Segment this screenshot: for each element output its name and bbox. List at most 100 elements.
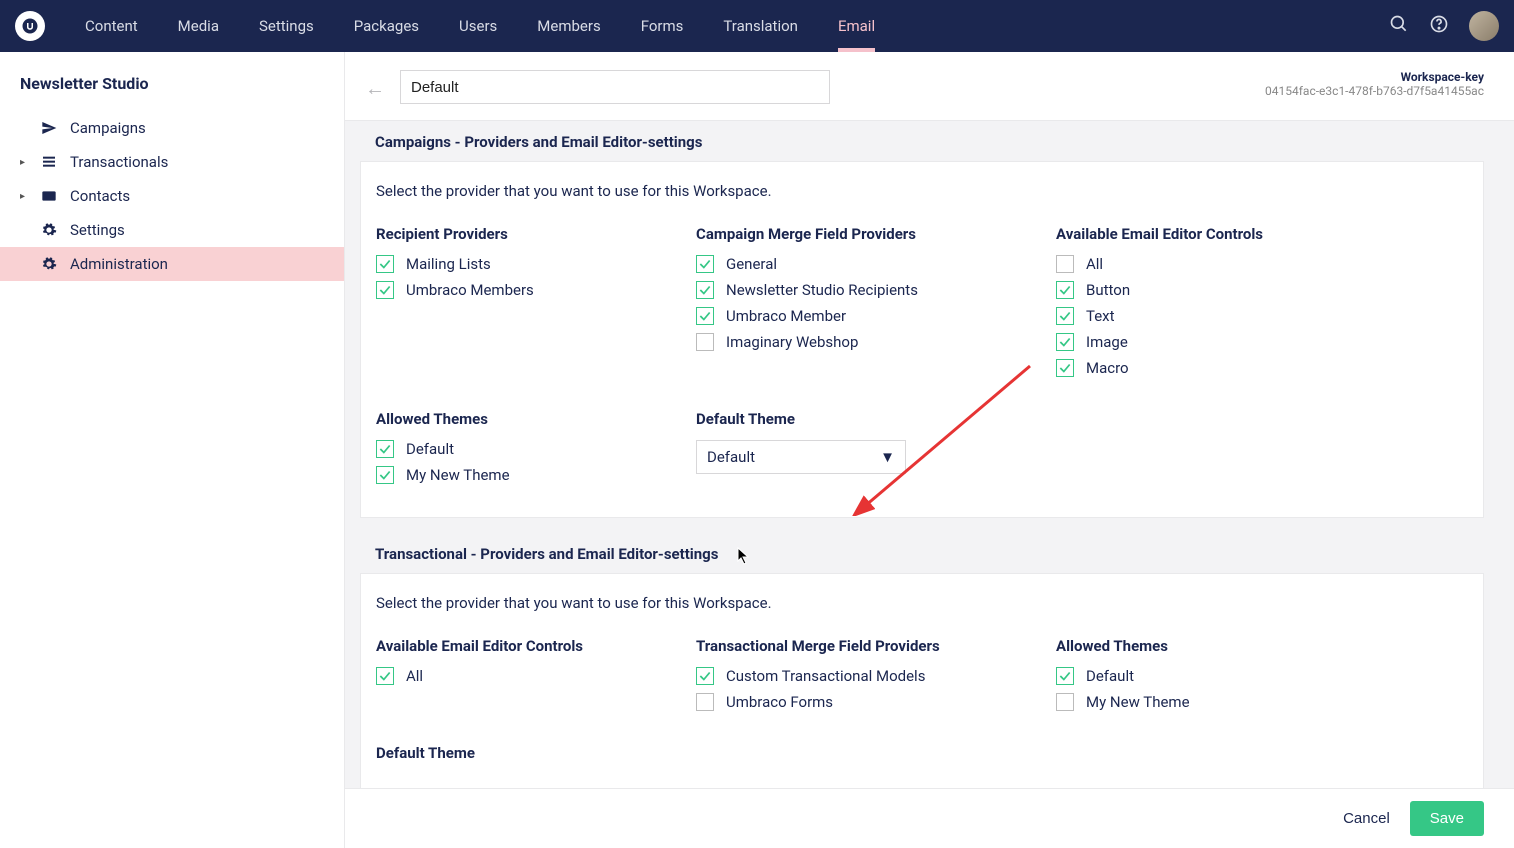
checkbox-row[interactable]: Umbraco Members xyxy=(376,281,636,299)
checkbox-row[interactable]: Image xyxy=(1056,333,1316,351)
save-button[interactable]: Save xyxy=(1410,801,1484,836)
top-nav: ContentMediaSettingsPackagesUsersMembers… xyxy=(65,0,895,52)
help-icon[interactable] xyxy=(1429,14,1449,38)
trans-editor-controls-title: Available Email Editor Controls xyxy=(376,637,636,655)
checkbox-row[interactable]: Umbraco Member xyxy=(696,307,996,325)
send-icon xyxy=(40,120,58,136)
umbraco-logo-icon xyxy=(21,17,39,35)
checkbox-checked-icon[interactable] xyxy=(376,281,394,299)
checkbox-unchecked-icon[interactable] xyxy=(696,333,714,351)
checkbox-label: My New Theme xyxy=(406,466,510,484)
checkbox-checked-icon[interactable] xyxy=(1056,307,1074,325)
checkbox-checked-icon[interactable] xyxy=(696,667,714,685)
checkbox-label: Mailing Lists xyxy=(406,255,491,273)
transactional-panel: Select the provider that you want to use… xyxy=(360,573,1484,788)
workspace-title-input[interactable] xyxy=(400,70,830,104)
checkbox-row[interactable]: Imaginary Webshop xyxy=(696,333,996,351)
checkbox-row[interactable]: Default xyxy=(376,440,636,458)
card-icon xyxy=(40,188,58,204)
sidebar-item-transactionals[interactable]: ▸Transactionals xyxy=(0,145,344,179)
nav-packages[interactable]: Packages xyxy=(334,0,439,52)
sidebar-tree: Campaigns▸Transactionals▸ContactsSetting… xyxy=(0,111,344,281)
allowed-themes-title: Allowed Themes xyxy=(376,410,636,428)
checkbox-label: All xyxy=(406,667,423,685)
campaigns-section-title: Campaigns - Providers and Email Editor-s… xyxy=(360,121,1484,161)
checkbox-row[interactable]: My New Theme xyxy=(376,466,636,484)
nav-content[interactable]: Content xyxy=(65,0,158,52)
checkbox-unchecked-icon[interactable] xyxy=(696,693,714,711)
checkbox-row[interactable]: Newsletter Studio Recipients xyxy=(696,281,996,299)
campaign-merge-col: Campaign Merge Field Providers General Ne… xyxy=(696,225,996,385)
checkbox-row[interactable]: Custom Transactional Models xyxy=(696,667,996,685)
recipient-providers-title: Recipient Providers xyxy=(376,225,636,243)
checkbox-label: Macro xyxy=(1086,359,1129,377)
gear-icon xyxy=(40,222,58,238)
sidebar-item-campaigns[interactable]: Campaigns xyxy=(0,111,344,145)
checkbox-row[interactable]: My New Theme xyxy=(1056,693,1316,711)
chevron-down-icon: ▼ xyxy=(880,448,895,466)
checkbox-checked-icon[interactable] xyxy=(696,307,714,325)
checkbox-label: Button xyxy=(1086,281,1130,299)
allowed-themes-col: Allowed Themes Default My New Theme xyxy=(376,410,636,492)
checkbox-unchecked-icon[interactable] xyxy=(1056,255,1074,273)
trans-editor-controls-col: Available Email Editor Controls All xyxy=(376,637,636,719)
transactional-description: Select the provider that you want to use… xyxy=(376,594,1468,612)
checkbox-checked-icon[interactable] xyxy=(1056,667,1074,685)
checkbox-checked-icon[interactable] xyxy=(376,255,394,273)
nav-users[interactable]: Users xyxy=(439,0,517,52)
logo[interactable] xyxy=(15,11,45,41)
search-icon[interactable] xyxy=(1389,14,1409,38)
checkbox-label: Image xyxy=(1086,333,1128,351)
checkbox-checked-icon[interactable] xyxy=(1056,333,1074,351)
checkbox-row[interactable]: All xyxy=(376,667,636,685)
nav-email[interactable]: Email xyxy=(818,0,895,52)
gear-icon xyxy=(40,256,58,272)
back-arrow-icon[interactable]: ← xyxy=(365,70,385,101)
checkbox-row[interactable]: Umbraco Forms xyxy=(696,693,996,711)
checkbox-checked-icon[interactable] xyxy=(376,466,394,484)
checkbox-label: Default xyxy=(406,440,454,458)
nav-translation[interactable]: Translation xyxy=(703,0,818,52)
content-scroll[interactable]: Campaigns - Providers and Email Editor-s… xyxy=(345,121,1514,788)
checkbox-row[interactable]: Text xyxy=(1056,307,1316,325)
nav-members[interactable]: Members xyxy=(517,0,620,52)
sidebar-item-contacts[interactable]: ▸Contacts xyxy=(0,179,344,213)
default-theme-select[interactable]: Default ▼ xyxy=(696,440,906,474)
checkbox-row[interactable]: Macro xyxy=(1056,359,1316,377)
trans-default-theme-title: Default Theme xyxy=(376,744,636,762)
checkbox-label: General xyxy=(726,255,777,273)
transactional-section-title: Transactional - Providers and Email Edit… xyxy=(360,533,1484,573)
editor-header: ← Workspace-key 04154fac-e3c1-478f-b763-… xyxy=(345,52,1514,121)
cancel-button[interactable]: Cancel xyxy=(1343,810,1390,827)
checkbox-row[interactable]: General xyxy=(696,255,996,273)
workspace-key-value: 04154fac-e3c1-478f-b763-d7f5a41455ac xyxy=(1265,84,1484,98)
campaigns-panel: Select the provider that you want to use… xyxy=(360,161,1484,518)
sidebar-item-label: Campaigns xyxy=(70,119,146,137)
list-icon xyxy=(40,154,58,170)
checkbox-row[interactable]: All xyxy=(1056,255,1316,273)
workspace-key-label: Workspace-key xyxy=(1265,70,1484,84)
sidebar-item-label: Contacts xyxy=(70,187,130,205)
checkbox-checked-icon[interactable] xyxy=(696,281,714,299)
checkbox-unchecked-icon[interactable] xyxy=(1056,693,1074,711)
checkbox-checked-icon[interactable] xyxy=(376,667,394,685)
checkbox-checked-icon[interactable] xyxy=(696,255,714,273)
nav-forms[interactable]: Forms xyxy=(621,0,704,52)
checkbox-checked-icon[interactable] xyxy=(1056,359,1074,377)
nav-media[interactable]: Media xyxy=(158,0,239,52)
trans-merge-col: Transactional Merge Field Providers Cust… xyxy=(696,637,996,719)
checkbox-row[interactable]: Default xyxy=(1056,667,1316,685)
sidebar-item-administration[interactable]: Administration xyxy=(0,247,344,281)
trans-themes-col: Allowed Themes DefaultMy New Theme xyxy=(1056,637,1316,719)
checkbox-checked-icon[interactable] xyxy=(376,440,394,458)
campaign-merge-title: Campaign Merge Field Providers xyxy=(696,225,996,243)
trans-default-theme-col: Default Theme xyxy=(376,744,636,774)
checkbox-label: Custom Transactional Models xyxy=(726,667,925,685)
caret-icon: ▸ xyxy=(20,157,28,168)
nav-settings[interactable]: Settings xyxy=(239,0,334,52)
user-avatar[interactable] xyxy=(1469,11,1499,41)
checkbox-row[interactable]: Mailing Lists xyxy=(376,255,636,273)
checkbox-checked-icon[interactable] xyxy=(1056,281,1074,299)
sidebar-item-settings[interactable]: Settings xyxy=(0,213,344,247)
checkbox-row[interactable]: Button xyxy=(1056,281,1316,299)
